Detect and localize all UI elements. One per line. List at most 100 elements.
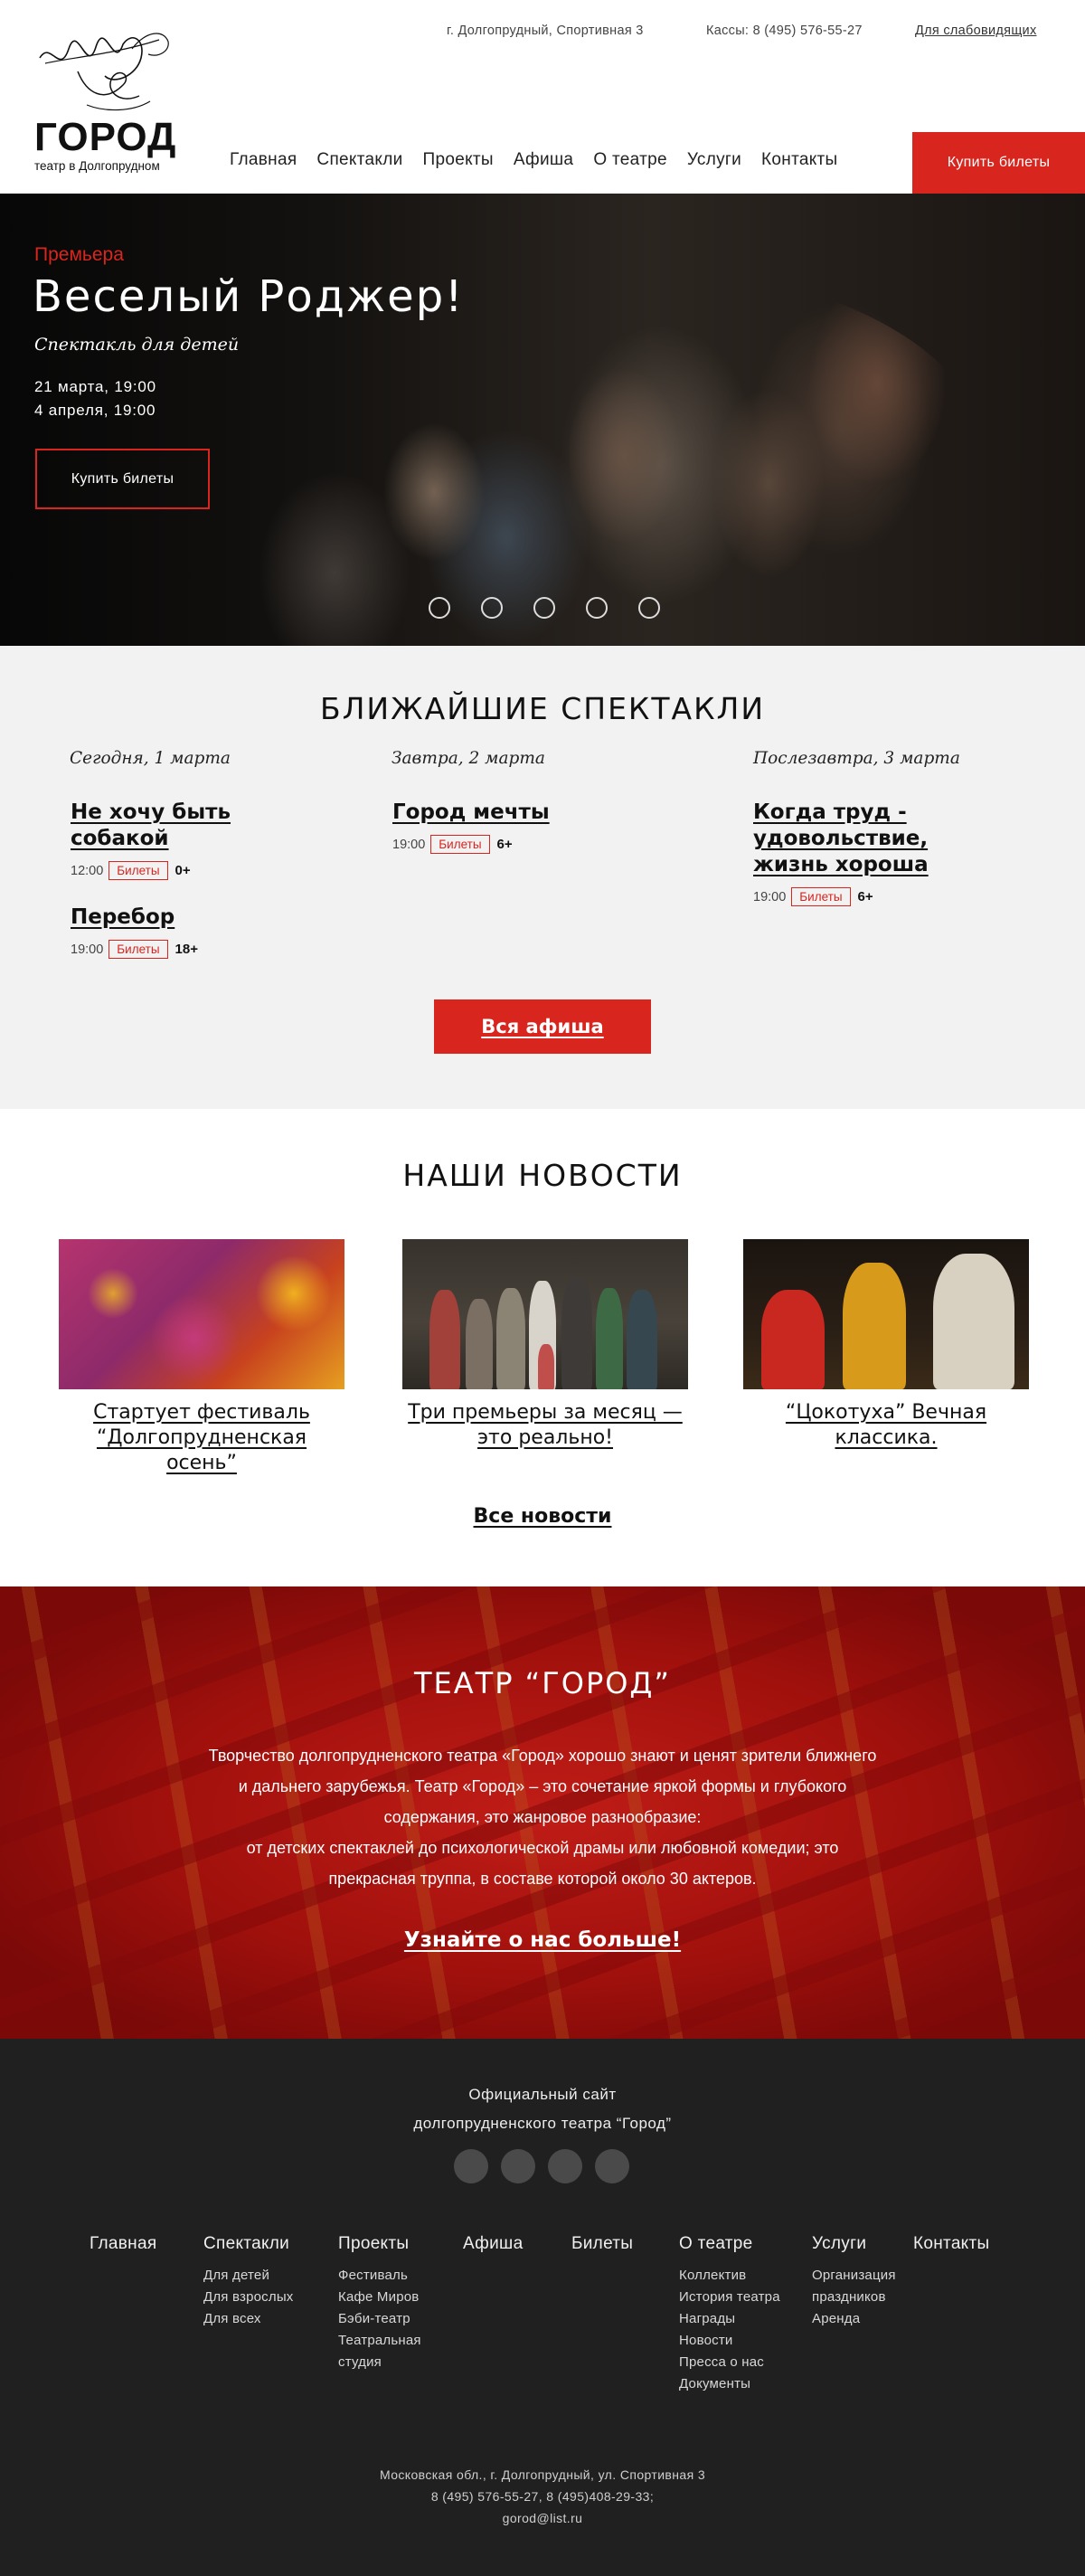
news-headline[interactable]: Три премьеры за месяц — это реально! <box>402 1400 688 1451</box>
hero-kicker: Премьера <box>34 244 124 265</box>
footer-link-performances[interactable]: Спектакли <box>203 2234 294 2254</box>
learn-more-link[interactable]: Узнайте о нас больше! <box>0 1928 1085 1952</box>
nav-item-contacts[interactable]: Контакты <box>761 150 837 170</box>
all-news-link[interactable]: Все новости <box>0 1505 1085 1528</box>
slider-dot[interactable] <box>429 597 450 619</box>
accessibility-link[interactable]: Для слабовидящих <box>915 24 1037 38</box>
news-card[interactable]: Стартует фестиваль “Долгопрудненская осе… <box>59 1239 344 1476</box>
footer-address: Московская обл., г. Долгопрудный, ул. Сп… <box>379 2467 706 2482</box>
social-icon[interactable] <box>501 2149 535 2183</box>
news-card[interactable]: “Цокотуха” Вечная классика. <box>743 1239 1029 1451</box>
slider-dot[interactable] <box>638 597 660 619</box>
performance-time: 19:00 <box>392 837 426 852</box>
about-text-line: от детских спектаклей до психологической… <box>246 1839 839 1857</box>
age-rating: 0+ <box>175 863 191 878</box>
nav-item-performances[interactable]: Спектакли <box>316 150 402 170</box>
social-icon[interactable] <box>548 2149 582 2183</box>
buy-tickets-button[interactable]: Купить билеты <box>912 132 1085 194</box>
footer-sublink[interactable]: Пресса о нас <box>679 2352 780 2373</box>
performance-title[interactable]: Не хочу быть собакой <box>71 800 278 852</box>
all-playbill-button[interactable]: Вся афиша <box>434 999 651 1054</box>
social-links <box>454 2149 642 2183</box>
site-header: ГОРОД театр в Долгопрудном г. Долгопрудн… <box>0 0 1085 194</box>
footer-sublink[interactable]: Аренда <box>812 2308 896 2330</box>
footer-column: О театре Коллектив История театра Наград… <box>679 2234 780 2395</box>
tickets-button[interactable]: Билеты <box>430 835 490 854</box>
site-footer: Официальный сайт долгопрудненского театр… <box>0 2039 1085 2576</box>
tickets-button[interactable]: Билеты <box>108 940 168 959</box>
performance-title[interactable]: Когда труд - удовольствие, жизнь хороша <box>753 800 961 878</box>
footer-link-contacts[interactable]: Контакты <box>913 2234 989 2254</box>
footer-sublink[interactable]: История театра <box>679 2287 780 2308</box>
social-icon[interactable] <box>595 2149 629 2183</box>
about-section: ТЕАТР “ГОРОД” Творчество долгопрудненско… <box>0 1586 1085 2039</box>
footer-sublink[interactable]: Организация <box>812 2265 896 2287</box>
footer-email[interactable]: gorod@list.ru <box>0 2511 1085 2525</box>
footer-sublink[interactable]: Для детей <box>203 2265 294 2287</box>
hero-date: 4 апреля, 19:00 <box>34 402 156 419</box>
performance-time: 19:00 <box>71 942 104 957</box>
footer-column: Контакты <box>913 2234 989 2265</box>
nav-item-about[interactable]: О театре <box>593 150 667 170</box>
news-card[interactable]: Три премьеры за месяц — это реально! <box>402 1239 688 1451</box>
performance-title[interactable]: Город мечты <box>392 800 600 826</box>
footer-sublink[interactable]: Кафе Миров <box>338 2287 421 2308</box>
hero-banner: Премьера Веселый Роджер! Спектакль для д… <box>0 194 1085 646</box>
news-image[interactable] <box>402 1239 688 1389</box>
footer-sublink[interactable]: студия <box>338 2352 421 2373</box>
nav-item-home[interactable]: Главная <box>230 150 297 170</box>
tickets-button[interactable]: Билеты <box>791 887 851 906</box>
hero-date: 21 марта, 19:00 <box>34 378 156 395</box>
tickets-button[interactable]: Билеты <box>108 861 168 880</box>
slider-dot[interactable] <box>586 597 608 619</box>
nav-item-services[interactable]: Услуги <box>687 150 741 170</box>
about-text-line: прекрасная труппа, в составе которой око… <box>328 1870 757 1888</box>
footer-link-playbill[interactable]: Афиша <box>463 2234 523 2254</box>
footer-sublink[interactable]: Для всех <box>203 2308 294 2330</box>
performance-item: Город мечты 19:00 Билеты 6+ <box>392 800 600 854</box>
footer-sublink[interactable]: Награды <box>679 2308 780 2330</box>
logo-name: ГОРОД <box>34 115 177 159</box>
about-text-line: Творчество долгопрудненского театра «Гор… <box>208 1747 877 1765</box>
logo-subtitle: театр в Долгопрудном <box>34 159 160 173</box>
footer-sublink[interactable]: Документы <box>679 2373 780 2395</box>
performance-time: 12:00 <box>71 863 104 878</box>
footer-sublink[interactable]: Для взрослых <box>203 2287 294 2308</box>
performance-item: Перебор 19:00 Билеты 18+ <box>71 904 278 959</box>
header-phone[interactable]: Кассы: 8 (495) 576-55-27 <box>706 24 863 38</box>
footer-sublink[interactable]: Новости <box>679 2330 780 2352</box>
footer-sublink[interactable]: Театральная <box>338 2330 421 2352</box>
hero-photo <box>262 266 986 646</box>
news-section: НАШИ НОВОСТИ Стартует фестиваль “Долгопр… <box>0 1109 1085 1586</box>
footer-link-services[interactable]: Услуги <box>812 2234 896 2254</box>
footer-link-about[interactable]: О театре <box>679 2234 780 2254</box>
footer-link-tickets[interactable]: Билеты <box>571 2234 633 2254</box>
nav-item-projects[interactable]: Проекты <box>423 150 494 170</box>
footer-column: Услуги Организация праздников Аренда <box>812 2234 896 2330</box>
main-nav: Главная Спектакли Проекты Афиша О театре… <box>230 150 858 170</box>
footer-sublink[interactable]: Фестиваль <box>338 2265 421 2287</box>
footer-column: Афиша <box>463 2234 523 2265</box>
news-headline[interactable]: “Цокотуха” Вечная классика. <box>743 1400 1029 1451</box>
slider-dot[interactable] <box>481 597 503 619</box>
day-label: Сегодня, 1 марта <box>70 749 231 768</box>
hero-title: Веселый Роджер! <box>33 271 465 322</box>
footer-sublink[interactable]: Бэби-театр <box>338 2308 421 2330</box>
performance-title[interactable]: Перебор <box>71 904 278 931</box>
news-image[interactable] <box>743 1239 1029 1389</box>
theatre-logo[interactable]: ГОРОД театр в Долгопрудном <box>33 22 186 175</box>
footer-official: долгопрудненского театра “Город” <box>413 2115 672 2132</box>
social-icon[interactable] <box>454 2149 488 2183</box>
footer-link-projects[interactable]: Проекты <box>338 2234 421 2254</box>
news-headline[interactable]: Стартует фестиваль “Долгопрудненская осе… <box>59 1400 344 1476</box>
footer-sublink[interactable]: Коллектив <box>679 2265 780 2287</box>
hero-buy-tickets-button[interactable]: Купить билеты <box>35 449 210 509</box>
news-image[interactable] <box>59 1239 344 1389</box>
footer-link-home[interactable]: Главная <box>90 2234 156 2254</box>
footer-phones[interactable]: 8 (495) 576-55-27, 8 (495)408-29-33; <box>0 2489 1085 2504</box>
section-title: ТЕАТР “ГОРОД” <box>413 1666 671 1700</box>
slider-dot[interactable] <box>533 597 555 619</box>
footer-sublink[interactable]: праздников <box>812 2287 896 2308</box>
nav-item-playbill[interactable]: Афиша <box>514 150 573 170</box>
about-text-line: содержания, это жанровое разнообразие: <box>383 1808 702 1826</box>
